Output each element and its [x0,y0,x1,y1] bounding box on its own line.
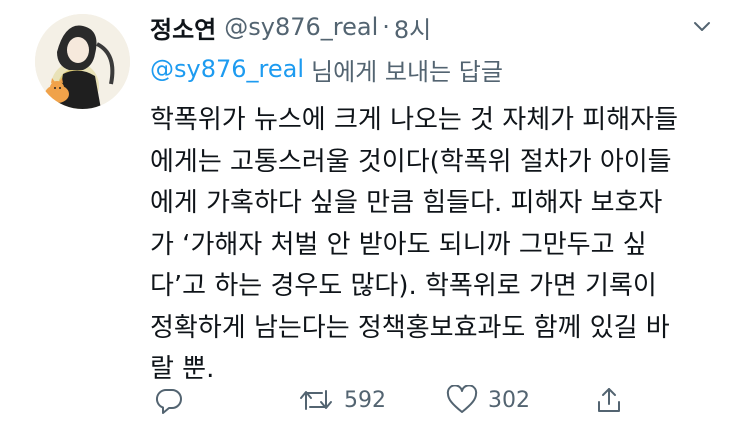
tweet[interactable]: 정소연 @sy876_real · 8시 @sy876_real 님에게 보내는… [0,0,750,427]
heart-icon [446,385,478,415]
more-options-button[interactable] [684,8,720,44]
chevron-down-icon [691,15,713,37]
reply-button[interactable] [154,378,184,422]
share-button[interactable] [594,378,624,422]
tweet-text: 학폭위가 뉴스에 크게 나오는 것 자체가 피해자들 에게는 고통스러울 것이다… [150,100,730,391]
tweet-text-line: 다’고 하는 경우도 많다). 학폭위로 가면 기록이 [150,271,657,301]
like-button[interactable]: 302 [446,378,530,422]
tweet-text-line: 에게 가혹하다 싶을 만큼 힘들다. 피해자 보호자 [150,188,663,218]
avatar-illustration [35,14,130,109]
tweet-header: 정소연 @sy876_real · 8시 [150,10,431,44]
like-count: 302 [488,387,530,413]
retweet-icon [298,385,334,415]
user-handle[interactable]: @sy876_real [224,13,378,41]
replying-to: @sy876_real 님에게 보내는 답글 [150,52,503,86]
share-icon [594,385,624,415]
reply-icon [154,385,184,415]
tweet-text-line: 정확하게 남는다는 정책홍보효과도 함께 있길 바 [150,312,670,343]
retweet-count: 592 [344,387,386,413]
retweet-button[interactable]: 592 [298,378,386,422]
timestamp[interactable]: 8시 [394,10,431,45]
action-bar: 592 302 [150,378,670,422]
tweet-text-line: 에게는 고통스러울 것이다(학폭위 절차가 아이들 [150,146,672,177]
avatar[interactable] [35,14,130,109]
separator-dot: · [382,13,390,41]
display-name[interactable]: 정소연 [150,10,216,45]
reply-mention-link[interactable]: @sy876_real [150,55,304,83]
reply-label: 님에게 보내는 답글 [311,57,503,86]
tweet-text-line: 가 ‘가해자 처벌 안 받아도 되니까 그만두고 싶 [150,229,647,260]
tweet-text-line: 학폭위가 뉴스에 크게 나오는 것 자체가 피해자들 [150,105,678,135]
